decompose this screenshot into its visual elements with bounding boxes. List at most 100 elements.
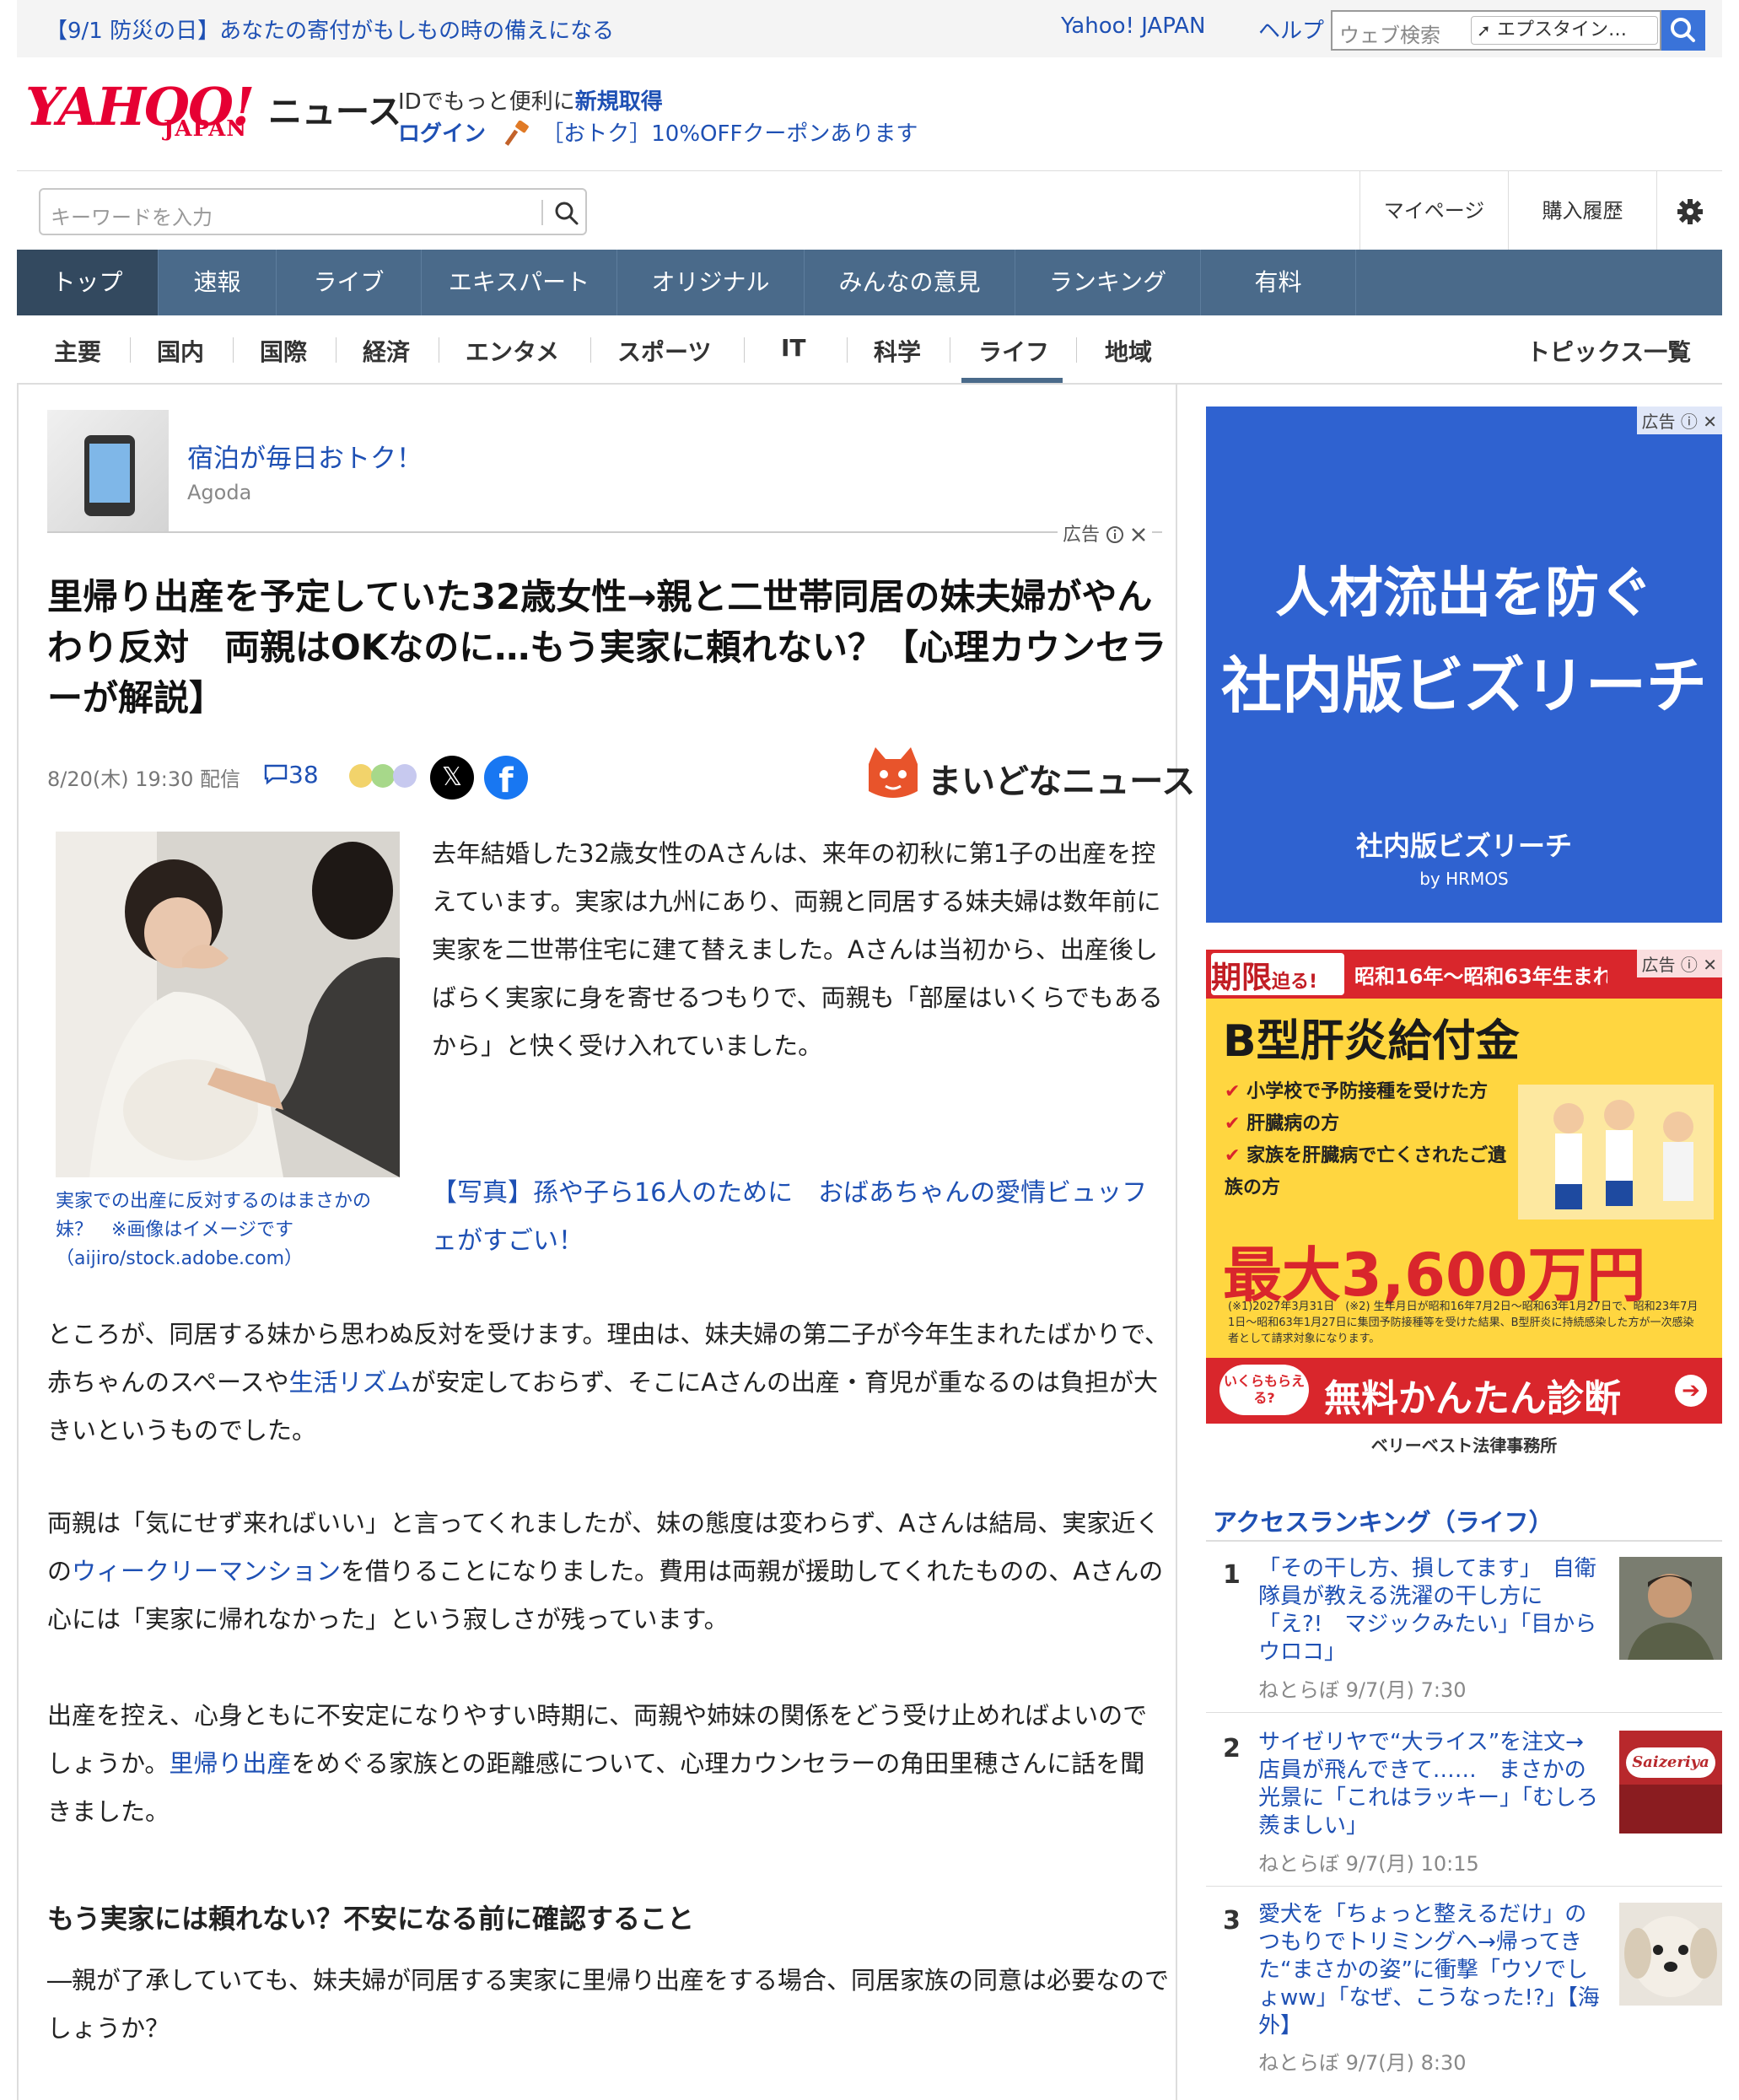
subnav-economy[interactable]: 経済 xyxy=(363,334,410,368)
subnav-main[interactable]: 主要 xyxy=(54,334,101,368)
comments-link[interactable]: 38 xyxy=(263,761,319,789)
rank-title[interactable]: 愛犬を「ちょっと整えるだけ」のつもりでトリミングへ→帰ってきた“まさかの姿”に衝… xyxy=(1258,1901,1604,2040)
keyword-link-homecoming-birth[interactable]: 里帰り出産 xyxy=(169,1749,291,1778)
ad-cta-button[interactable]: いくらもらえる? 無料かんたん診断 ➔ xyxy=(1206,1358,1722,1424)
help-link[interactable]: ヘルプ xyxy=(1258,13,1324,45)
facebook-share-icon[interactable]: f xyxy=(484,756,528,800)
rank-title[interactable]: 「その干し方、損してます」 自衛隊員が教える洗濯の干し方に「え?! マジックみた… xyxy=(1258,1555,1604,1667)
yahoo-news-logo[interactable]: YAHOO! JAPAN ニュース xyxy=(25,81,401,148)
ad-tag[interactable]: 広告 ⓘ ✕ xyxy=(1636,407,1722,434)
nav-expert[interactable]: エキスパート xyxy=(422,250,617,315)
article-paragraph-5: ―親が了承していても、妹夫婦が同居する実家に里帰り出産をする場合、同居家族の同意… xyxy=(47,1966,1169,2043)
rank-thumbnail[interactable] xyxy=(1619,1903,1722,2006)
article-meta: 8/20(木) 19:30 配信 38 𝕏 f xyxy=(47,751,553,800)
purchase-history-button[interactable]: 購入履歴 xyxy=(1508,171,1656,250)
login-link[interactable]: ログイン xyxy=(398,116,486,148)
keyword-link-weekly-mansion[interactable]: ウィークリーマンション xyxy=(72,1557,341,1586)
cat-mascot-icon xyxy=(869,747,918,798)
input-divider xyxy=(541,200,543,225)
subnav-divider xyxy=(130,337,131,363)
id-prompt-text: IDでもっと便利に xyxy=(398,89,575,115)
web-search-input[interactable]: ウェブ検索 ➚ エプスタイン… xyxy=(1331,10,1661,51)
coupon-text: ［おトク］10%OFFクーポンあります xyxy=(541,121,918,147)
saizeriya-sign: Saizeriya xyxy=(1626,1747,1715,1778)
reaction-think-icon[interactable] xyxy=(393,764,417,788)
subnav-science[interactable]: 科学 xyxy=(874,334,921,368)
subnav-divider xyxy=(744,337,745,363)
search-scope-select[interactable]: ➚ エプスタイン… xyxy=(1471,16,1658,45)
ranking-item[interactable]: 1 「その干し方、損してます」 自衛隊員が教える洗濯の干し方に「え?! マジック… xyxy=(1206,1555,1722,1714)
subnav-entertainment[interactable]: エンタメ xyxy=(466,334,559,368)
mypage-button[interactable]: マイページ xyxy=(1359,171,1508,250)
article-photo[interactable] xyxy=(56,832,400,1177)
ranking-item[interactable]: 3 愛犬を「ちょっと整えるだけ」のつもりでトリミングへ→帰ってきた“まさかの姿”… xyxy=(1206,1901,1722,2075)
limited-badge: 期限迫る! xyxy=(1211,953,1344,995)
close-icon[interactable]: ✕ xyxy=(1703,412,1717,432)
subnav-domestic[interactable]: 国内 xyxy=(157,334,204,368)
close-icon[interactable]: ✕ xyxy=(1703,955,1717,975)
search-icon[interactable] xyxy=(553,200,580,227)
info-icon[interactable]: ⓘ xyxy=(1681,412,1698,432)
nav-paid[interactable]: 有料 xyxy=(1201,250,1356,315)
ad-tag[interactable]: 広告 ⓘ ✕ xyxy=(1636,950,1722,977)
ad-headline-line1: 人材流出を防ぐ xyxy=(1275,563,1653,625)
photo-caption: 実家での出産に反対するのはまさかの妹？ ※画像はイメージです（aijiro/st… xyxy=(56,1191,372,1269)
ad-checklist: ✔ 小学校で予防接種を受けた方 ✔ 肝臓病の方 ✔ 家族を肝臓病で亡くされたご遺… xyxy=(1225,1076,1511,1204)
nav-breaking[interactable]: 速報 xyxy=(159,250,277,315)
logo-japan-text: JAPAN xyxy=(164,116,248,142)
subnav-sports[interactable]: スポーツ xyxy=(617,334,711,368)
ad-source: Agoda xyxy=(187,481,252,504)
subnav-local[interactable]: 地域 xyxy=(1105,334,1152,368)
yahoo-japan-link[interactable]: Yahoo! JAPAN xyxy=(1061,13,1205,39)
trend-arrow-icon: ➚ xyxy=(1477,20,1491,40)
nav-original[interactable]: オリジナル xyxy=(617,250,805,315)
subnav-world[interactable]: 国際 xyxy=(260,334,307,368)
hepatitis-b-ad[interactable]: 期限迫る! 昭和16年～昭和63年生まれの方 広告 ⓘ ✕ B型肝炎給付金 ✔ … xyxy=(1206,950,1722,1467)
settings-button[interactable] xyxy=(1656,171,1722,250)
check-icon: ✔ xyxy=(1225,1113,1241,1134)
check-icon: ✔ xyxy=(1225,1145,1241,1166)
cta-text: 無料かんたん診断 xyxy=(1324,1377,1621,1420)
reaction-learn-icon[interactable] xyxy=(371,764,395,788)
storefront-graphic xyxy=(1619,1785,1722,1833)
rank-source: ねとらぼ 9/7(月) 10:15 xyxy=(1258,1852,1479,1876)
bizreach-ad[interactable]: 広告 ⓘ ✕ 人材流出を防ぐ 社内版ビズリーチ 社内版ビズリーチ by HRMO… xyxy=(1206,407,1722,923)
ranking-item[interactable]: 2 サイゼリヤで“大ライス”を注文→店員が飛んできて…… まさかの光景に「これは… xyxy=(1206,1729,1722,1887)
ad-label[interactable]: 広告 xyxy=(1058,520,1153,547)
topics-list-link[interactable]: トピックス一覧 xyxy=(1526,334,1691,368)
info-icon[interactable] xyxy=(1106,525,1124,544)
publisher-logo[interactable]: まいどなニュース xyxy=(860,744,1195,805)
keyword-link-lifestyle-rhythm[interactable]: 生活リズム xyxy=(289,1368,412,1397)
subnav-it[interactable]: IT xyxy=(781,334,806,362)
article-column: 宿泊が毎日おトク！ Agoda 広告 里帰り出産を予定していた32歳女性→親と二… xyxy=(17,385,1195,2100)
comment-icon xyxy=(264,764,288,785)
subnav-life[interactable]: ライフ xyxy=(978,334,1049,368)
limited-text: 期限 xyxy=(1211,961,1273,995)
ad-thumbnail[interactable] xyxy=(47,410,169,531)
nav-top[interactable]: トップ xyxy=(17,250,159,315)
ad-headline-line2: 社内版ビズリーチ xyxy=(1220,650,1707,721)
signup-link[interactable]: 新規取得 xyxy=(575,89,663,115)
nav-live[interactable]: ライブ xyxy=(277,250,422,315)
ad-title: B型肝炎給付金 xyxy=(1223,1016,1520,1067)
x-share-icon[interactable]: 𝕏 xyxy=(430,756,474,800)
coupon-link[interactable]: ［おトク］10%OFFクーポンあります xyxy=(504,116,918,148)
subnav-active-indicator xyxy=(961,378,1063,383)
rank-thumbnail[interactable] xyxy=(1619,1557,1722,1660)
ad-title-link[interactable]: 宿泊が毎日おトク！ xyxy=(187,437,423,475)
nav-opinions[interactable]: みんなの意見 xyxy=(805,250,1015,315)
ad-brand-by: by HRMOS xyxy=(1419,869,1509,889)
keyword-search-input[interactable]: キーワードを入力 xyxy=(39,188,587,235)
web-search-button[interactable] xyxy=(1661,10,1705,51)
reaction-smile-icon[interactable] xyxy=(349,764,373,788)
info-icon[interactable]: ⓘ xyxy=(1681,955,1698,975)
announcement-link[interactable]: 【9/1 防災の日】あなたの寄付がもしもの時の備えになる xyxy=(46,13,614,45)
rank-source: ねとらぼ 9/7(月) 8:30 xyxy=(1258,2051,1467,2075)
nav-ranking[interactable]: ランキング xyxy=(1015,250,1201,315)
related-photo-link[interactable]: 【写真】孫や子ら16人のために おばあちゃんの愛情ビュッフェがすごい！ xyxy=(432,1169,1166,1265)
subnav-divider xyxy=(1076,337,1077,363)
rank-title[interactable]: サイゼリヤで“大ライス”を注文→店員が飛んできて…… まさかの光景に「これはラッ… xyxy=(1258,1729,1604,1840)
rank-thumbnail[interactable]: Saizeriya xyxy=(1619,1731,1722,1833)
close-icon[interactable] xyxy=(1130,526,1147,543)
rank-source: ねとらぼ 9/7(月) 7:30 xyxy=(1258,1678,1467,1702)
